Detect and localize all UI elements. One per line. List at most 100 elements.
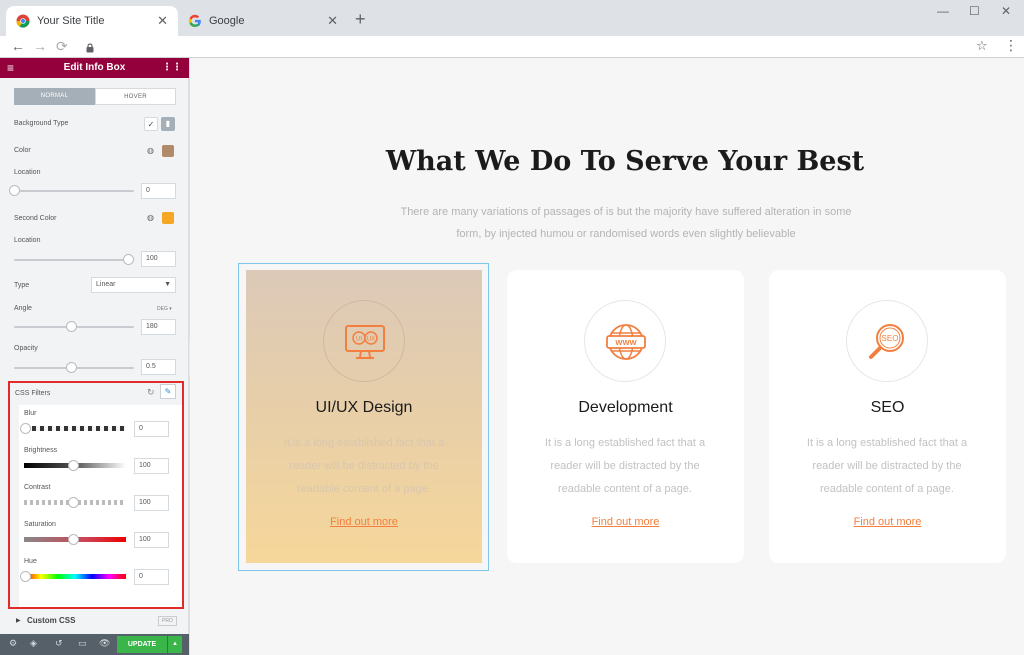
close-icon[interactable]: ✕	[327, 13, 338, 29]
blur-slider-track[interactable]	[24, 426, 126, 431]
saturation-label: Saturation	[24, 521, 56, 528]
gradient-type-select[interactable]: Linear ▼	[91, 277, 176, 293]
card-description: It is a long established fact that a rea…	[806, 437, 968, 495]
icon-text-www: WWW	[615, 338, 637, 347]
hue-label: Hue	[24, 558, 37, 565]
brightness-slider-handle[interactable]	[68, 460, 79, 471]
blur-slider-handle[interactable]	[20, 423, 31, 434]
reload-icon[interactable]: ⟳	[56, 38, 68, 54]
panel-header: ≡ Edit Info Box ⋮⋮	[0, 58, 189, 78]
hue-input[interactable]: 0	[134, 569, 169, 585]
hue-slider-track[interactable]	[24, 574, 126, 579]
uiux-monitor-icon: UI UX	[345, 325, 385, 359]
info-box-seo[interactable]: SEO SEO It is a long established fact th…	[769, 270, 1006, 563]
opacity-input[interactable]: 0.5	[141, 359, 176, 375]
angle-slider-handle[interactable]	[66, 321, 77, 332]
section-subtext: There are many variations of passages of…	[400, 206, 852, 240]
maximize-icon[interactable]: ☐	[969, 4, 980, 18]
brightness-input[interactable]: 100	[134, 458, 169, 474]
update-options-icon[interactable]: ▲	[168, 636, 182, 653]
second-location-label: Location	[14, 237, 41, 244]
color-label: Color	[14, 147, 31, 154]
edit-pencil-icon[interactable]: ✎	[160, 384, 176, 399]
location-label: Location	[14, 169, 41, 176]
background-classic-icon[interactable]: ✓	[144, 117, 158, 131]
icon-circle: WWW	[584, 300, 666, 382]
tab-title: Your Site Title	[37, 15, 105, 27]
global-colors-icon[interactable]: ◍	[147, 146, 154, 155]
card-title: UI/UX Design	[315, 399, 413, 416]
second-color-swatch[interactable]	[162, 212, 174, 224]
find-out-more-link[interactable]: Find out more	[507, 516, 744, 528]
color-swatch[interactable]	[162, 145, 174, 157]
tab-google[interactable]: Google ✕	[178, 6, 348, 36]
background-type-label: Background Type	[14, 120, 69, 127]
panel-footer: ⚙ ◈ ↺ ▭ 👁 UPDATE ▲	[0, 634, 189, 655]
navigator-layers-icon[interactable]: ◈	[30, 638, 37, 649]
custom-css-section[interactable]: ▶ Custom CSS PRO	[0, 613, 189, 631]
second-location-input[interactable]: 100	[141, 251, 176, 267]
browser-tab-bar: Your Site Title ✕ Google ✕ + — ☐ ✕	[0, 0, 1024, 36]
new-tab-icon[interactable]: +	[355, 10, 366, 28]
pro-badge: PRO	[158, 616, 177, 626]
google-icon	[188, 14, 202, 28]
tab-hover[interactable]: HOVER	[95, 88, 176, 105]
caret-right-icon: ▶	[16, 618, 21, 624]
card-description: It is a long established fact that a rea…	[283, 437, 445, 495]
contrast-input[interactable]: 100	[134, 495, 169, 511]
location-input[interactable]: 0	[141, 183, 176, 199]
www-globe-icon: WWW	[606, 324, 646, 360]
saturation-input[interactable]: 100	[134, 532, 169, 548]
custom-css-label: Custom CSS	[27, 616, 76, 625]
page-preview: What We Do To Serve Your Best There are …	[190, 58, 1024, 655]
hue-slider-handle[interactable]	[20, 571, 31, 582]
lock-icon[interactable]	[86, 40, 94, 53]
second-location-slider-handle[interactable]	[123, 254, 134, 265]
angle-label: Angle	[14, 305, 32, 312]
section-heading: What We Do To Serve Your Best	[385, 146, 865, 177]
info-box-development[interactable]: WWW Development It is a long established…	[507, 270, 744, 563]
second-color-label: Second Color	[14, 215, 57, 222]
location-slider-track[interactable]	[14, 190, 134, 192]
settings-gear-icon[interactable]: ⚙	[9, 638, 17, 649]
tab-normal[interactable]: NORMAL	[14, 88, 95, 105]
find-out-more-link[interactable]: Find out more	[769, 516, 1006, 528]
icon-circle: UI UX	[323, 300, 405, 382]
icon-text-seo: SEO	[882, 334, 899, 343]
contrast-slider-handle[interactable]	[68, 497, 79, 508]
hamburger-menu-icon[interactable]: ≡	[7, 58, 14, 78]
window-close-icon[interactable]: ✕	[1001, 4, 1011, 18]
info-box-uiux[interactable]: UI UX UI/UX Design It is a long establis…	[246, 270, 482, 563]
find-out-more-link[interactable]: Find out more	[246, 516, 482, 528]
card-title: Development	[578, 399, 673, 416]
editor-panel: ≡ Edit Info Box ⋮⋮ NORMAL HOVER Backgrou…	[0, 58, 200, 655]
minimize-icon[interactable]: —	[937, 4, 949, 18]
chevron-down-icon: ▼	[164, 281, 171, 288]
preview-eye-icon[interactable]: 👁	[99, 638, 110, 649]
background-gradient-icon[interactable]: ▮	[161, 117, 175, 131]
bookmark-star-icon[interactable]: ☆	[976, 38, 988, 54]
reset-icon[interactable]: ↻	[147, 387, 155, 398]
responsive-mode-icon[interactable]: ▭	[78, 638, 87, 649]
angle-input[interactable]: 180	[141, 319, 176, 335]
angle-unit-select[interactable]: DEG ▾	[157, 306, 172, 312]
gradient-type-value: Linear	[96, 281, 116, 288]
opacity-slider-handle[interactable]	[66, 362, 77, 373]
tab-your-site-title[interactable]: Your Site Title ✕	[6, 6, 178, 36]
contrast-label: Contrast	[24, 484, 51, 491]
blur-input[interactable]: 0	[134, 421, 169, 437]
history-icon[interactable]: ↺	[55, 638, 63, 649]
widgets-grid-icon[interactable]: ⋮⋮	[162, 58, 182, 78]
saturation-slider-handle[interactable]	[68, 534, 79, 545]
second-location-slider-track[interactable]	[14, 259, 134, 261]
address-bar: ← → ⟳ ☆ ⋮	[0, 36, 1024, 58]
icon-text-ui: UI	[356, 337, 362, 343]
location-slider-handle[interactable]	[9, 185, 20, 196]
back-arrow-icon[interactable]: ←	[11, 38, 25, 54]
update-button[interactable]: UPDATE	[117, 636, 167, 653]
browser-menu-icon[interactable]: ⋮	[1004, 37, 1018, 54]
close-icon[interactable]: ✕	[157, 13, 168, 29]
forward-arrow-icon[interactable]: →	[33, 38, 47, 54]
blur-label: Blur	[24, 410, 37, 417]
global-colors-icon[interactable]: ◍	[147, 213, 154, 222]
